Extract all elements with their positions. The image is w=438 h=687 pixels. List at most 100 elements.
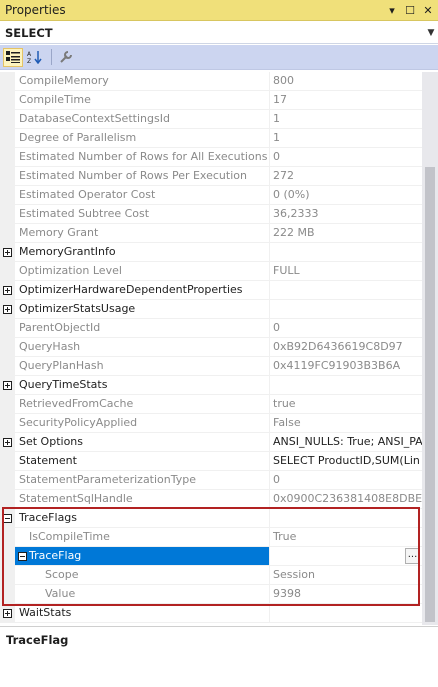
property-row[interactable]: Estimated Subtree Cost 36,2333	[0, 205, 422, 224]
property-row[interactable]: Value 9398	[0, 585, 422, 604]
collapse-icon[interactable]	[3, 514, 12, 523]
property-row[interactable]: QueryTimeStats	[0, 376, 422, 395]
maximize-icon[interactable]: ☐	[402, 2, 418, 18]
property-value[interactable]	[270, 509, 422, 527]
property-value[interactable]: True	[270, 528, 422, 546]
property-value[interactable]: 0 (0%)	[270, 186, 422, 204]
expand-icon[interactable]	[3, 305, 12, 314]
property-value[interactable]	[270, 281, 422, 299]
property-row[interactable]: MemoryGrantInfo	[0, 243, 422, 262]
property-name[interactable]: QueryHash	[15, 338, 270, 356]
vertical-scrollbar[interactable]	[422, 72, 438, 625]
property-row[interactable]: QueryPlanHash 0x4119FC91903B3B6A	[0, 357, 422, 376]
property-row[interactable]: Estimated Number of Rows for All Executi…	[0, 148, 422, 167]
collapse-icon[interactable]	[18, 552, 27, 561]
property-row[interactable]: Memory Grant 222 MB	[0, 224, 422, 243]
property-name[interactable]: OptimizerStatsUsage	[15, 300, 270, 318]
property-row[interactable]: SecurityPolicyApplied False	[0, 414, 422, 433]
ellipsis-button[interactable]: ...	[405, 548, 420, 564]
property-row[interactable]: OptimizerStatsUsage	[0, 300, 422, 319]
property-name[interactable]: Estimated Subtree Cost	[15, 205, 270, 223]
close-icon[interactable]: ✕	[420, 2, 436, 18]
property-value[interactable]: 1	[270, 110, 422, 128]
property-value[interactable]	[270, 604, 422, 622]
property-value[interactable]: Session	[270, 566, 422, 584]
property-name[interactable]: Scope	[15, 566, 270, 584]
property-row[interactable]: Scope Session	[0, 566, 422, 585]
dropdown-arrow-icon[interactable]: ▾	[384, 2, 400, 18]
property-row[interactable]: DatabaseContextSettingsId 1	[0, 110, 422, 129]
categorized-icon[interactable]	[3, 47, 23, 67]
property-row[interactable]: CompileMemory 800	[0, 72, 422, 91]
property-value[interactable]: 0	[270, 148, 422, 166]
object-selector[interactable]: SELECT ▼	[0, 22, 438, 44]
property-value[interactable]	[270, 243, 422, 261]
property-name[interactable]: TraceFlag	[15, 547, 270, 565]
property-row[interactable]: Degree of Parallelism 1	[0, 129, 422, 148]
property-name[interactable]: OptimizerHardwareDependentProperties	[15, 281, 270, 299]
property-value[interactable]: 0xB92D6436619C8D97	[270, 338, 422, 356]
property-row[interactable]: Set Options ANSI_NULLS: True; ANSI_PA	[0, 433, 422, 452]
property-name[interactable]: TraceFlags	[15, 509, 270, 527]
property-value[interactable]: 272	[270, 167, 422, 185]
expand-icon[interactable]	[3, 438, 12, 447]
property-value[interactable]: 36,2333	[270, 205, 422, 223]
property-row[interactable]: ParentObjectId 0	[0, 319, 422, 338]
property-value[interactable]: 800	[270, 72, 422, 90]
property-row[interactable]: CompileTime 17	[0, 91, 422, 110]
property-value[interactable]: 0	[270, 319, 422, 337]
property-name[interactable]: ParentObjectId	[15, 319, 270, 337]
property-value[interactable]: true	[270, 395, 422, 413]
property-value[interactable]: ...	[270, 547, 422, 565]
property-name[interactable]: Degree of Parallelism	[15, 129, 270, 147]
chevron-down-icon[interactable]: ▼	[424, 28, 438, 38]
property-value[interactable]: 9398	[270, 585, 422, 603]
property-value[interactable]	[270, 300, 422, 318]
property-name[interactable]: WaitStats	[15, 604, 270, 622]
property-name[interactable]: Value	[15, 585, 270, 603]
property-value[interactable]	[270, 376, 422, 394]
property-name[interactable]: CompileMemory	[15, 72, 270, 90]
property-value[interactable]: 0x4119FC91903B3B6A	[270, 357, 422, 375]
property-pages-icon[interactable]	[56, 48, 76, 67]
expand-icon[interactable]	[3, 381, 12, 390]
expand-icon[interactable]	[3, 609, 12, 618]
property-name[interactable]: Estimated Number of Rows Per Execution	[15, 167, 270, 185]
property-name[interactable]: Set Options	[15, 433, 270, 451]
property-name[interactable]: Statement	[15, 452, 270, 470]
property-name[interactable]: Memory Grant	[15, 224, 270, 242]
property-value[interactable]: SELECT ProductID,SUM(Lin	[270, 452, 422, 470]
property-row[interactable]: QueryHash 0xB92D6436619C8D97	[0, 338, 422, 357]
property-name[interactable]: QueryTimeStats	[15, 376, 270, 394]
property-row[interactable]: Statement SELECT ProductID,SUM(Lin	[0, 452, 422, 471]
property-value[interactable]: ANSI_NULLS: True; ANSI_PA	[270, 433, 422, 451]
property-value[interactable]: FULL	[270, 262, 422, 280]
property-row[interactable]: TraceFlag...	[0, 547, 422, 566]
property-row[interactable]: Optimization Level FULL	[0, 262, 422, 281]
property-value[interactable]: 222 MB	[270, 224, 422, 242]
property-row[interactable]: OptimizerHardwareDependentProperties	[0, 281, 422, 300]
property-row[interactable]: Estimated Number of Rows Per Execution 27…	[0, 167, 422, 186]
property-name[interactable]: Estimated Operator Cost	[15, 186, 270, 204]
property-name[interactable]: IsCompileTime	[15, 528, 270, 546]
property-name[interactable]: Estimated Number of Rows for All Executi…	[15, 148, 270, 166]
property-name[interactable]: StatementParameterizationType	[15, 471, 270, 489]
property-value[interactable]: 0	[270, 471, 422, 489]
property-name[interactable]: DatabaseContextSettingsId	[15, 110, 270, 128]
property-value[interactable]: False	[270, 414, 422, 432]
property-row[interactable]: Estimated Operator Cost 0 (0%)	[0, 186, 422, 205]
property-name[interactable]: SecurityPolicyApplied	[15, 414, 270, 432]
property-row[interactable]: IsCompileTime True	[0, 528, 422, 547]
property-row[interactable]: StatementParameterizationType 0	[0, 471, 422, 490]
alphabetical-icon[interactable]: AZ	[25, 48, 45, 67]
property-value[interactable]: 17	[270, 91, 422, 109]
property-name[interactable]: MemoryGrantInfo	[15, 243, 270, 261]
expand-icon[interactable]	[3, 286, 12, 295]
property-name[interactable]: CompileTime	[15, 91, 270, 109]
expand-icon[interactable]	[3, 248, 12, 257]
property-name[interactable]: StatementSqlHandle	[15, 490, 270, 508]
property-row[interactable]: TraceFlags	[0, 509, 422, 528]
property-name[interactable]: Optimization Level	[15, 262, 270, 280]
property-value[interactable]: 0x0900C236381408E8DBEC3	[270, 490, 422, 508]
property-row[interactable]: RetrievedFromCache true	[0, 395, 422, 414]
